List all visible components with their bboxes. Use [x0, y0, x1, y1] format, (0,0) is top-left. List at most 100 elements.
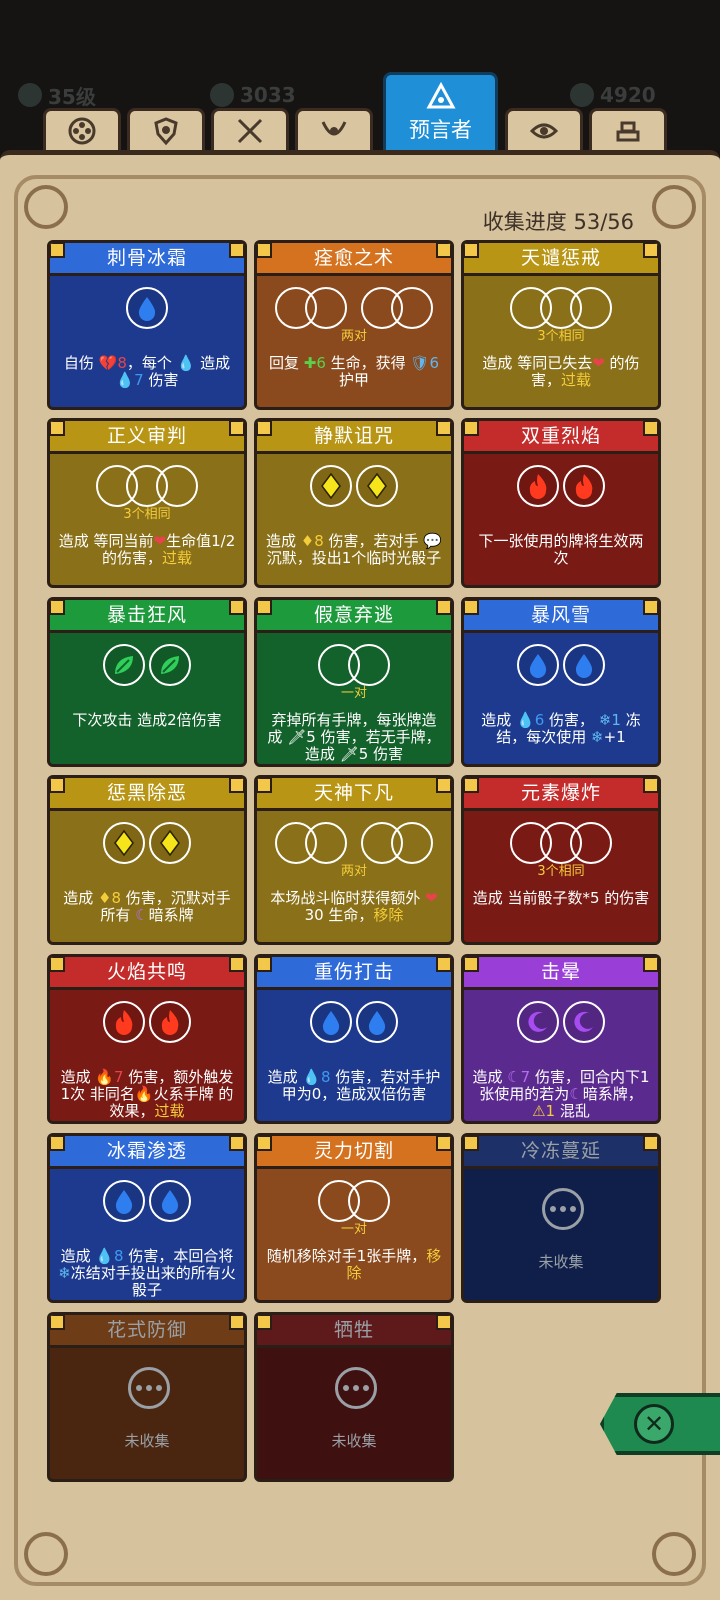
crossed-swords-icon [237, 118, 263, 143]
locked-card[interactable]: 花式防御 未收集 [47, 1312, 247, 1482]
card-title: 击晕 [540, 961, 581, 983]
clover-emblem-icon [68, 117, 96, 144]
water-die-icon [149, 1180, 191, 1222]
corner-ornament [652, 185, 696, 229]
skill-card[interactable]: 暴击狂风下次攻击 造成2倍伤害 [47, 597, 247, 767]
requirement-label: 两对 [340, 864, 367, 879]
card-title: 天神下凡 [313, 782, 394, 804]
card-description: 造成 💧8 伤害，若对手护甲为0，造成双倍伤害 [267, 1068, 441, 1103]
water-die-icon [103, 1180, 145, 1222]
skill-card[interactable]: 假意弃逃 一对 弃掉所有手牌，每张牌造成 🗡5 伤害，若无手牌，造成 🗡5 伤害 [254, 597, 454, 767]
card-title: 暴击狂风 [106, 604, 187, 626]
fire-die-icon [563, 465, 605, 507]
dice-requirement [50, 1180, 244, 1226]
skill-card[interactable]: 双重烈焰 下一张使用的牌将生效两次 [461, 418, 661, 588]
skill-card[interactable]: 惩黑除恶造成 ♦8 伤害，沉默对手所有 ☾暗系牌 [47, 775, 247, 945]
card-banner: 火焰共鸣 [50, 957, 244, 990]
skill-card[interactable]: 元素爆炸 3个相同 造成 当前骰子数*5 的伤害 [461, 775, 661, 945]
card-banner: 天神下凡 [257, 778, 451, 811]
requirement-label: 3个相同 [537, 864, 585, 879]
moon-die-icon [517, 1001, 559, 1043]
more-dots-icon [128, 1367, 170, 1409]
shield-emblem-icon [154, 116, 178, 145]
card-title: 火焰共鸣 [106, 961, 187, 983]
collection-progress: 收集进度 53/56 [482, 210, 634, 234]
card-description: 回复 ✚6 生命，获得 🛡6 护甲 [268, 354, 440, 389]
skill-card[interactable]: 静默诅咒 造成 ♦8 伤害，若对手 💬沉默，投出1个临时光骰子 [254, 418, 454, 588]
any-die-slot [391, 822, 433, 864]
card-description: 下次攻击 造成2倍伤害 [72, 711, 222, 729]
card-title: 花式防御 [106, 1319, 187, 1341]
card-banner: 正义审判 [50, 421, 244, 454]
requirement-label: 两对 [340, 329, 367, 344]
any-die-slot [570, 822, 612, 864]
moon-die-icon [563, 1001, 605, 1043]
diamond-die-icon [149, 822, 191, 864]
dice-requirement [50, 822, 244, 868]
skill-card[interactable]: 冰霜渗透 造成 💧8 伤害，本回合将❄冻结对手投出来的所有火骰子 [47, 1133, 247, 1303]
more-dots-icon [335, 1367, 377, 1409]
tab-eye[interactable] [505, 108, 583, 150]
card-description: 随机移除对手1张手牌，移除 [266, 1247, 442, 1282]
skill-card[interactable]: 痊愈之术两对回复 ✚6 生命，获得 🛡6 护甲 [254, 240, 454, 410]
card-title: 冰霜渗透 [106, 1140, 187, 1162]
any-die-slot [391, 287, 433, 329]
card-title: 灵力切割 [313, 1140, 394, 1162]
requirement-label: 3个相同 [123, 507, 171, 522]
close-button[interactable]: ✕ [600, 1393, 720, 1455]
tab-clover[interactable] [43, 108, 121, 150]
fire-die-icon [149, 1001, 191, 1043]
card-banner: 重伤打击 [257, 957, 451, 990]
card-description: 下一张使用的牌将生效两次 [478, 532, 644, 567]
water-die-icon [310, 1001, 352, 1043]
top-bar: 35级 3033 4920 预言者 [0, 0, 720, 160]
tab-swords[interactable] [211, 108, 289, 150]
class-tabs: 预言者 [0, 70, 720, 160]
card-banner: 灵力切割 [257, 1136, 451, 1169]
skill-card[interactable]: 火焰共鸣 造成 🔥7 伤害，额外触发1次 非同名🔥火系手牌 的效果，过载 [47, 954, 247, 1124]
tab-prophet[interactable]: 预言者 [383, 72, 498, 150]
requirement-label: 一对 [340, 686, 367, 701]
card-title: 天谴惩戒 [520, 247, 601, 269]
tab-horns[interactable] [295, 108, 373, 150]
locked-card[interactable]: 冷冻蔓延 未收集 [461, 1133, 661, 1303]
card-description: 造成 ☾7 伤害，回合内下1张使用的若为☾暗系牌，⚠1 混乱 [472, 1068, 650, 1120]
dice-requirement [464, 644, 658, 690]
any-die-slot [305, 822, 347, 864]
card-banner: 痊愈之术 [257, 243, 451, 276]
dice-requirement [50, 287, 244, 333]
any-die-slot [348, 644, 390, 686]
card-description: 造成 等同当前❤生命值1/2的伤害，过载 [58, 532, 236, 567]
diamond-die-icon [356, 465, 398, 507]
skill-card[interactable]: 重伤打击造成 💧8 伤害，若对手护甲为0，造成双倍伤害 [254, 954, 454, 1124]
corner-ornament [24, 185, 68, 229]
card-banner: 冰霜渗透 [50, 1136, 244, 1169]
skill-card[interactable]: 天谴惩戒 3个相同 造成 等同已失去❤ 的伤害，过载 [461, 240, 661, 410]
water-die-icon [517, 644, 559, 686]
card-title: 惩黑除恶 [106, 782, 187, 804]
card-description: 造成 ♦8 伤害，若对手 💬沉默，投出1个临时光骰子 [265, 532, 442, 567]
skill-card[interactable]: 灵力切割 一对 随机移除对手1张手牌，移除 [254, 1133, 454, 1303]
skill-card[interactable]: 正义审判 3个相同造成 等同当前❤生命值1/2的伤害，过载 [47, 418, 247, 588]
tab-shield[interactable] [127, 108, 205, 150]
card-banner: 暴击狂风 [50, 600, 244, 633]
locked-card[interactable]: 牺牲 未收集 [254, 1312, 454, 1482]
card-status: 未收集 [538, 1253, 584, 1271]
card-description: 造成 ♦8 伤害，沉默对手所有 ☾暗系牌 [63, 889, 231, 924]
card-description: 自伤 💔8，每个 💧 造成 💧7 伤害 [63, 354, 231, 389]
skill-card[interactable]: 暴风雪 造成 💧6 伤害， ❄1 冻结，每次使用 ❄+1 [461, 597, 661, 767]
any-die-slot [570, 287, 612, 329]
dice-requirement [464, 465, 658, 511]
dice-requirement [50, 644, 244, 690]
dice-requirement [50, 1001, 244, 1047]
skill-card[interactable]: 击晕造成 ☾7 伤害，回合内下1张使用的若为☾暗系牌，⚠1 混乱 [461, 954, 661, 1124]
skill-card[interactable]: 刺骨冰霜 自伤 💔8，每个 💧 造成 💧7 伤害 [47, 240, 247, 410]
skill-card[interactable]: 天神下凡两对本场战斗临时获得额外 ❤30 生命，移除 [254, 775, 454, 945]
tab-gold[interactable] [589, 108, 667, 150]
dice-requirement [464, 1001, 658, 1047]
requirement-label: 3个相同 [537, 329, 585, 344]
leaf-die-icon [149, 644, 191, 686]
close-icon: ✕ [634, 1404, 674, 1444]
water-die-icon [356, 1001, 398, 1043]
card-description: 本场战斗临时获得额外 ❤30 生命，移除 [270, 889, 438, 924]
